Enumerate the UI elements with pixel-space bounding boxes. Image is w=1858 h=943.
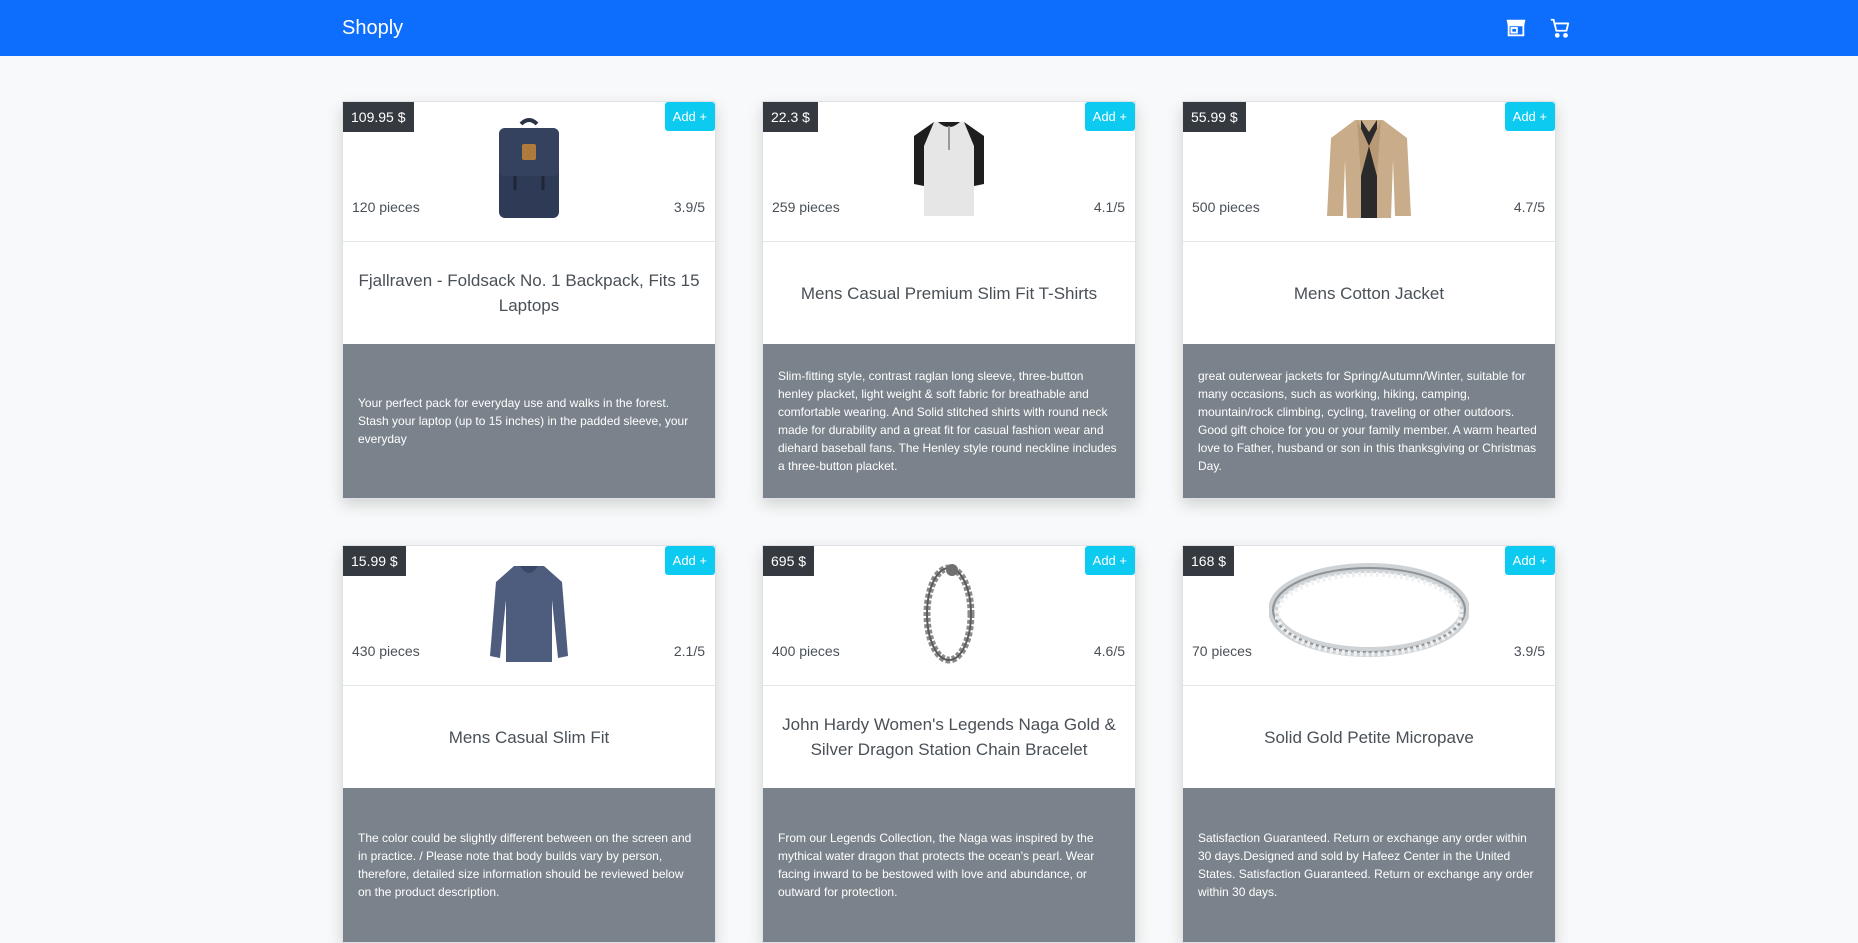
stock-count: 400 pieces — [772, 643, 840, 659]
product-title[interactable]: Mens Casual Premium Slim Fit T-Shirts — [763, 242, 1135, 344]
rating: 4.6/5 — [1093, 643, 1125, 659]
price-badge: 22.3 $ — [763, 102, 818, 132]
price-badge: 55.99 $ — [1183, 102, 1246, 132]
navbar: Shoply — [0, 0, 1858, 56]
brand-logo[interactable]: Shoply — [342, 17, 403, 40]
product-description: Slim-fitting style, contrast raglan long… — [763, 344, 1135, 498]
price-badge: 168 $ — [1183, 546, 1235, 576]
product-card: 55.99 $ Add + 500 pieces 4.7/5 Mens Cott… — [1182, 101, 1556, 499]
product-card: 15.99 $ Add + 430 pieces 2.1/5 Mens Casu… — [342, 545, 716, 943]
card-header: 168 $ Add + 70 pieces 3.9/5 — [1183, 546, 1555, 686]
add-to-cart-button[interactable]: Add + — [664, 546, 715, 575]
rating: 3.9/5 — [673, 199, 705, 215]
product-image[interactable] — [489, 116, 569, 227]
product-image[interactable] — [484, 560, 574, 671]
add-to-cart-button[interactable]: Add + — [1084, 546, 1135, 575]
product-image[interactable] — [904, 116, 994, 227]
card-header: 695 $ Add + 400 pieces 4.6/5 — [763, 546, 1135, 686]
stock-count: 500 pieces — [1192, 199, 1260, 215]
card-header: 15.99 $ Add + 430 pieces 2.1/5 — [343, 546, 715, 686]
price-badge: 695 $ — [763, 546, 815, 576]
shop-icon[interactable] — [1505, 17, 1527, 39]
nav-icons — [1505, 17, 1571, 39]
price-badge: 109.95 $ — [343, 102, 414, 132]
stock-count: 120 pieces — [352, 199, 420, 215]
product-title[interactable]: Mens Casual Slim Fit — [343, 686, 715, 788]
product-card: 168 $ Add + 70 pieces 3.9/5 Solid Gold P… — [1182, 545, 1556, 943]
product-image[interactable] — [1268, 560, 1470, 671]
add-to-cart-button[interactable]: Add + — [664, 102, 715, 131]
add-to-cart-button[interactable]: Add + — [1504, 546, 1555, 575]
product-card: 22.3 $ Add + 259 pieces 4.1/5 Mens Casua… — [762, 101, 1136, 499]
product-card: 109.95 $ Add + 120 pieces 3.9/5 Fjallrav… — [342, 101, 716, 499]
card-header: 22.3 $ Add + 259 pieces 4.1/5 — [763, 102, 1135, 242]
rating: 4.7/5 — [1513, 199, 1545, 215]
product-description: The color could be slightly different be… — [343, 788, 715, 942]
product-title[interactable]: Mens Cotton Jacket — [1183, 242, 1555, 344]
product-title[interactable]: Fjallraven - Foldsack No. 1 Backpack, Fi… — [343, 242, 715, 344]
stock-count: 70 pieces — [1192, 643, 1252, 659]
description-text: great outerwear jackets for Spring/Autum… — [1198, 369, 1537, 473]
add-to-cart-button[interactable]: Add + — [1084, 102, 1135, 131]
rating: 2.1/5 — [673, 643, 705, 659]
description-text: The color could be slightly different be… — [358, 831, 692, 899]
stock-count: 259 pieces — [772, 199, 840, 215]
product-title[interactable]: John Hardy Women's Legends Naga Gold & S… — [763, 686, 1135, 788]
product-image[interactable] — [914, 560, 984, 671]
product-image[interactable] — [1321, 116, 1417, 227]
description-text: From our Legends Collection, the Naga wa… — [778, 831, 1095, 899]
add-to-cart-button[interactable]: Add + — [1504, 102, 1555, 131]
product-description: Your perfect pack for everyday use and w… — [343, 344, 715, 498]
stock-count: 430 pieces — [352, 643, 420, 659]
product-description: From our Legends Collection, the Naga wa… — [763, 788, 1135, 942]
card-header: 109.95 $ Add + 120 pieces 3.9/5 — [343, 102, 715, 242]
cart-icon[interactable] — [1549, 17, 1571, 39]
price-badge: 15.99 $ — [343, 546, 406, 576]
product-card: 695 $ Add + 400 pieces 4.6/5 John Hardy … — [762, 545, 1136, 943]
description-text: Slim-fitting style, contrast raglan long… — [778, 369, 1117, 473]
rating: 3.9/5 — [1513, 643, 1545, 659]
product-title[interactable]: Solid Gold Petite Micropave — [1183, 686, 1555, 788]
product-description: great outerwear jackets for Spring/Autum… — [1183, 344, 1555, 498]
rating: 4.1/5 — [1093, 199, 1125, 215]
product-grid: 109.95 $ Add + 120 pieces 3.9/5 Fjallrav… — [342, 101, 1556, 943]
product-description: Satisfaction Guaranteed. Return or excha… — [1183, 788, 1555, 942]
description-text: Your perfect pack for everyday use and w… — [358, 396, 689, 446]
description-text: Satisfaction Guaranteed. Return or excha… — [1198, 831, 1534, 899]
card-header: 55.99 $ Add + 500 pieces 4.7/5 — [1183, 102, 1555, 242]
